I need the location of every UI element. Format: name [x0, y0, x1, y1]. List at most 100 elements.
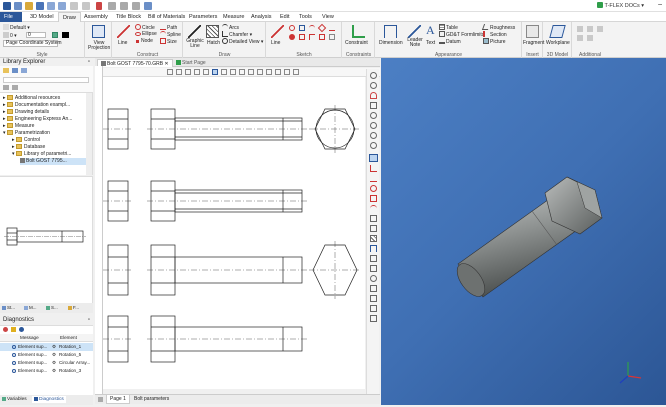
sketch-rect-icon[interactable] — [299, 25, 305, 31]
roughness-tool-icon[interactable] — [370, 295, 377, 302]
pick-hatch-icon[interactable] — [266, 69, 272, 75]
sketch-mirror-icon[interactable] — [319, 34, 325, 40]
fragment-button[interactable]: Fragment — [523, 40, 544, 46]
detailed-view-button[interactable]: Detailed View ▾ — [222, 38, 263, 45]
width-field[interactable]: 0 — [26, 32, 46, 38]
style-select[interactable]: Default ▾ — [3, 24, 30, 31]
prev-sheet-icon[interactable] — [98, 397, 103, 402]
select-icon[interactable] — [212, 69, 218, 75]
circle-tool-icon[interactable] — [370, 185, 377, 192]
pin-icon[interactable]: ▫ — [88, 58, 90, 66]
error-filter-icon[interactable] — [3, 327, 8, 332]
save-icon[interactable] — [36, 2, 44, 10]
gdt-button[interactable]: GD&T Formlimits — [439, 31, 484, 38]
undo-icon[interactable] — [47, 2, 55, 10]
tree-item[interactable]: ▸ Measure — [3, 123, 34, 130]
print-icon[interactable] — [70, 2, 78, 10]
arc-tool-icon[interactable] — [370, 205, 377, 212]
arcs-button[interactable]: Arcs — [222, 24, 239, 31]
magnet-icon[interactable] — [370, 92, 377, 99]
tree-item[interactable]: ▾ Library of parametri... — [12, 151, 71, 158]
zoom-page-icon[interactable] — [370, 122, 377, 129]
tab-start-page[interactable]: Start Page — [173, 59, 209, 67]
drawing-canvas[interactable] — [103, 77, 365, 389]
tab-file[interactable]: File — [0, 12, 22, 22]
zoom-icon[interactable] — [144, 2, 152, 10]
open-icon[interactable] — [25, 2, 33, 10]
sketch-circle-icon[interactable] — [289, 25, 295, 31]
zoom-window-icon[interactable] — [370, 102, 377, 109]
brand-label[interactable]: T-FLEX DOCs ▾ — [596, 2, 644, 9]
redraw-icon[interactable] — [370, 142, 377, 149]
section-button[interactable]: Section — [483, 31, 507, 38]
tree-item-selected[interactable]: Bolt GOST 7795... — [20, 158, 90, 165]
redo-icon[interactable] — [58, 2, 66, 10]
ortho-icon[interactable] — [194, 69, 200, 75]
coordinate-system-select[interactable]: Page Coordinate System — [3, 40, 62, 47]
sketch-fillet-icon[interactable] — [309, 34, 315, 40]
zoom-out-icon[interactable] — [370, 82, 377, 89]
pick-3d-icon[interactable] — [293, 69, 299, 75]
table-button[interactable]: Table — [439, 24, 458, 31]
layer-select[interactable]: 0 ▾ — [3, 32, 17, 39]
additional-tool-2-icon[interactable] — [587, 26, 593, 32]
copy-icon[interactable] — [120, 2, 128, 10]
tab-analysis[interactable]: Analysis — [247, 12, 275, 22]
circle-button[interactable]: Circle — [135, 24, 155, 31]
library-back-icon[interactable] — [3, 85, 9, 90]
table-row[interactable]: Element sup... ⚙ Rotation_5 — [0, 351, 93, 359]
ellipse-button[interactable]: Ellipse — [135, 31, 157, 37]
tab-parameters[interactable]: Parameters — [185, 12, 221, 22]
col-message[interactable]: Message — [20, 334, 39, 342]
table-row[interactable]: Element sup... ⚙ Rotation_1 — [0, 343, 93, 351]
tab-models[interactable]: M... — [24, 305, 37, 310]
node-button[interactable]: Node — [135, 38, 153, 44]
zoom-in-icon[interactable] — [370, 72, 377, 79]
picture-tool-icon[interactable] — [370, 275, 377, 282]
hatch-tool-icon[interactable] — [370, 235, 377, 242]
additional-tool-1-icon[interactable] — [577, 26, 583, 32]
graphic-line-button[interactable]: Graphic Line — [186, 39, 204, 49]
roughness-button[interactable]: Roughness — [481, 24, 515, 31]
table-row[interactable]: Element sup... ⚙ Circular Array... — [0, 359, 93, 367]
datum-button[interactable]: Datum — [439, 38, 461, 45]
tree-item[interactable]: ▸ Additional resources — [3, 95, 60, 102]
info-filter-icon[interactable] — [19, 327, 24, 332]
pick-line-icon[interactable] — [230, 69, 236, 75]
hatch-button[interactable]: Hatch — [207, 40, 220, 46]
paste-icon[interactable] — [132, 2, 140, 10]
object-filter-icon[interactable] — [369, 154, 378, 162]
grid-icon[interactable] — [185, 69, 191, 75]
snap-icon[interactable] — [176, 69, 182, 75]
tab-fragments[interactable]: F... — [68, 305, 79, 310]
additional-tool-5-icon[interactable] — [587, 35, 593, 41]
tab-bolt-document[interactable]: Bolt GOST 7795-70.GRB ✕ — [97, 59, 173, 67]
cut-icon[interactable] — [108, 2, 116, 10]
settings-icon[interactable] — [82, 2, 90, 10]
tree-item[interactable]: ▸ Control — [12, 137, 40, 144]
warning-filter-icon[interactable] — [11, 327, 16, 332]
color-swatch[interactable] — [62, 32, 69, 38]
additional-tool-4-icon[interactable] — [577, 35, 583, 41]
pick-text-icon[interactable] — [248, 69, 254, 75]
hor-line-icon[interactable] — [370, 175, 377, 182]
pick-circle-icon[interactable] — [239, 69, 245, 75]
datum-tool-icon[interactable] — [370, 305, 377, 312]
tree-item[interactable]: ▾ Parametrization — [3, 130, 50, 137]
tab-styles[interactable]: St... — [2, 305, 15, 310]
dimension-tool-icon[interactable] — [370, 245, 377, 252]
tab-diagnostics[interactable]: Diagnostics — [32, 396, 66, 403]
sketch-trim-icon[interactable] — [329, 34, 335, 40]
tree-scrollbar[interactable] — [86, 93, 92, 175]
pick-all-icon[interactable] — [275, 69, 281, 75]
tab-3d-model[interactable]: 3D Model — [26, 12, 58, 22]
library-view-icon[interactable] — [21, 68, 27, 73]
library-refresh-icon[interactable] — [12, 68, 18, 73]
library-folder-icon[interactable] — [3, 68, 9, 73]
tab-assembly[interactable]: Assembly — [80, 12, 112, 22]
pick-fragment-icon[interactable] — [284, 69, 290, 75]
tab-tools[interactable]: Tools — [295, 12, 316, 22]
size-button[interactable]: Size — [160, 38, 177, 45]
color-icon[interactable] — [52, 32, 58, 38]
pick-dim-icon[interactable] — [257, 69, 263, 75]
